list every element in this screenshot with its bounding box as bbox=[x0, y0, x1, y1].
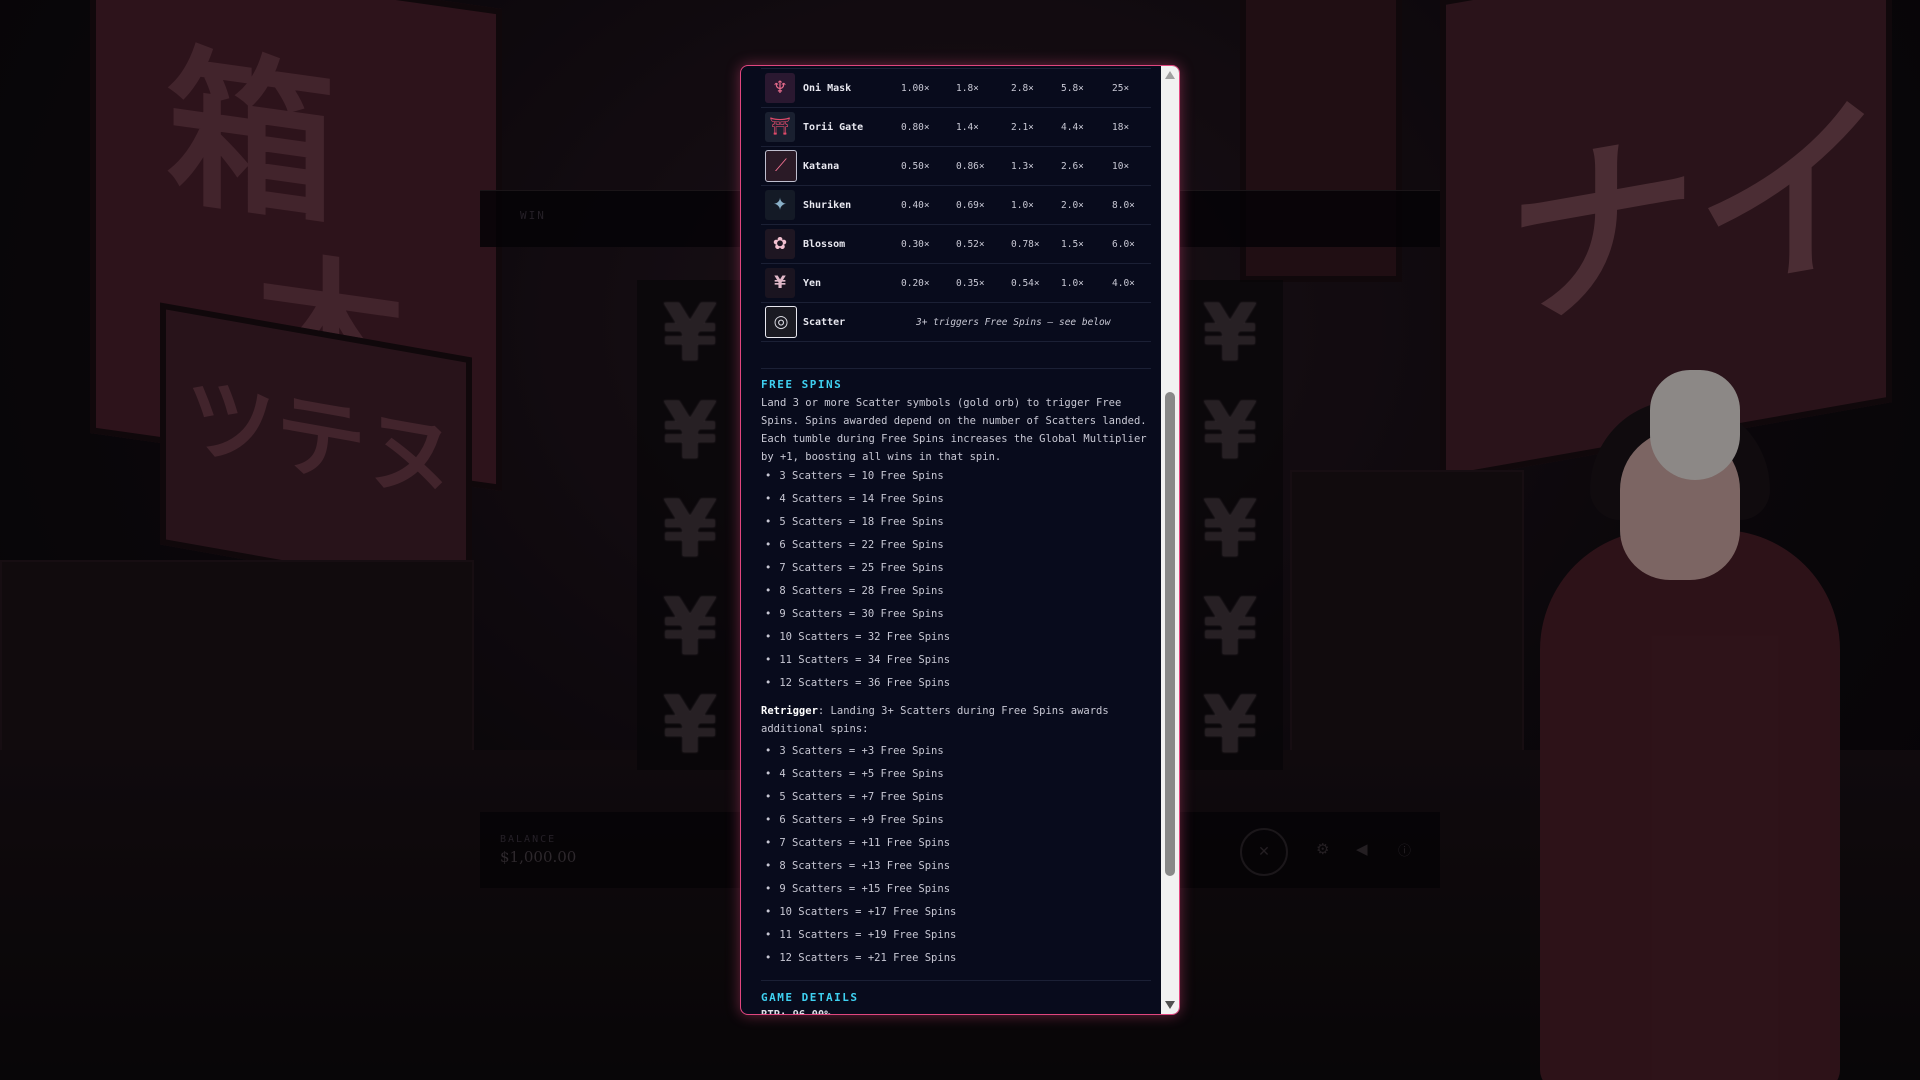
pay-value: 1.00× bbox=[901, 82, 930, 94]
list-item: 10 Scatters = 32 Free Spins bbox=[765, 626, 1145, 649]
divider bbox=[761, 980, 1151, 981]
pay-value: 0.69× bbox=[956, 199, 985, 211]
scatter-orb-icon: ◎ bbox=[765, 306, 797, 338]
list-item: 11 Scatters = +19 Free Spins bbox=[765, 924, 1145, 947]
yen-icon: ¥ bbox=[765, 268, 795, 298]
list-item: 7 Scatters = +11 Free Spins bbox=[765, 832, 1145, 855]
scroll-down-arrow-icon[interactable] bbox=[1165, 1001, 1175, 1009]
table-row: ⟋ Katana 0.50× 0.86× 1.3× 2.6× 10× bbox=[761, 147, 1151, 186]
list-item: 12 Scatters = 36 Free Spins bbox=[765, 672, 1145, 695]
pay-value: 1.4× bbox=[956, 121, 979, 133]
symbol-name: Katana bbox=[803, 160, 840, 172]
table-row: ¥ Yen 0.20× 0.35× 0.54× 1.0× 4.0× bbox=[761, 264, 1151, 303]
symbol-name: Scatter bbox=[803, 316, 846, 328]
pay-value: 1.8× bbox=[956, 82, 979, 94]
pay-value: 18× bbox=[1112, 121, 1130, 133]
list-item: 10 Scatters = +17 Free Spins bbox=[765, 901, 1145, 924]
list-item: 11 Scatters = 34 Free Spins bbox=[765, 649, 1145, 672]
list-item: 7 Scatters = 25 Free Spins bbox=[765, 557, 1145, 580]
pay-value: 0.30× bbox=[901, 238, 930, 250]
free-spins-title: FREE SPINS bbox=[761, 378, 843, 391]
paytable: ♆ Oni Mask 1.00× 1.8× 2.8× 5.8× 25× ⛩ To… bbox=[761, 66, 1151, 342]
pay-value: 1.0× bbox=[1011, 199, 1034, 211]
pay-value: 0.86× bbox=[956, 160, 985, 172]
pay-value: 8.0× bbox=[1112, 199, 1135, 211]
pay-value: 0.80× bbox=[901, 121, 930, 133]
pay-value: 10× bbox=[1112, 160, 1130, 172]
pay-value: 0.78× bbox=[1011, 238, 1040, 250]
list-item: 6 Scatters = +9 Free Spins bbox=[765, 809, 1145, 832]
retrigger-label: Retrigger bbox=[761, 705, 818, 717]
list-item: 9 Scatters = +15 Free Spins bbox=[765, 878, 1145, 901]
game-details-rtp: RTP: 96.00% bbox=[761, 1006, 1151, 1014]
pay-value: 1.3× bbox=[1011, 160, 1034, 172]
divider bbox=[761, 368, 1151, 369]
pay-value: 2.0× bbox=[1061, 199, 1084, 211]
pay-value: 0.54× bbox=[1011, 277, 1040, 289]
pay-value: 2.1× bbox=[1011, 121, 1034, 133]
shuriken-icon: ✦ bbox=[765, 190, 795, 220]
list-item: 3 Scatters = +3 Free Spins bbox=[765, 740, 1145, 763]
pay-value: 0.20× bbox=[901, 277, 930, 289]
list-item: 5 Scatters = 18 Free Spins bbox=[765, 511, 1145, 534]
pay-value: 0.35× bbox=[956, 277, 985, 289]
pay-value: 0.50× bbox=[901, 160, 930, 172]
pay-value: 4.4× bbox=[1061, 121, 1084, 133]
list-item: 8 Scatters = 28 Free Spins bbox=[765, 580, 1145, 603]
katana-icon: ⟋ bbox=[765, 150, 797, 182]
list-item: 3 Scatters = 10 Free Spins bbox=[765, 465, 1145, 488]
list-item: 4 Scatters = +5 Free Spins bbox=[765, 763, 1145, 786]
blossom-icon: ✿ bbox=[765, 229, 795, 259]
list-item: 6 Scatters = 22 Free Spins bbox=[765, 534, 1145, 557]
retrigger-awards-list: 3 Scatters = +3 Free Spins 4 Scatters = … bbox=[765, 740, 1145, 970]
pay-value: 2.6× bbox=[1061, 160, 1084, 172]
retrigger-paragraph: Retrigger: Landing 3+ Scatters during Fr… bbox=[761, 702, 1151, 738]
table-row: ◎ Scatter 3+ triggers Free Spins — see b… bbox=[761, 303, 1151, 342]
table-row: ✦ Shuriken 0.40× 0.69× 1.0× 2.0× 8.0× bbox=[761, 186, 1151, 225]
free-spins-awards-list: 3 Scatters = 10 Free Spins 4 Scatters = … bbox=[765, 465, 1145, 695]
symbol-name: Oni Mask bbox=[803, 82, 852, 94]
symbol-name: Shuriken bbox=[803, 199, 852, 211]
pay-value: 6.0× bbox=[1112, 238, 1135, 250]
oni-mask-icon: ♆ bbox=[765, 73, 795, 103]
pay-value: 2.8× bbox=[1011, 82, 1034, 94]
game-details-title: GAME DETAILS bbox=[761, 991, 859, 1004]
modal-scroll-content: ♆ Oni Mask 1.00× 1.8× 2.8× 5.8× 25× ⛩ To… bbox=[761, 66, 1151, 1014]
paytable-modal: ♆ Oni Mask 1.00× 1.8× 2.8× 5.8× 25× ⛩ To… bbox=[740, 65, 1180, 1015]
list-item: 4 Scatters = 14 Free Spins bbox=[765, 488, 1145, 511]
scatter-note: 3+ triggers Free Spins — see below bbox=[916, 316, 1111, 328]
pay-value: 4.0× bbox=[1112, 277, 1135, 289]
scroll-up-arrow-icon[interactable] bbox=[1165, 71, 1175, 79]
free-spins-description: Land 3 or more Scatter symbols (gold orb… bbox=[761, 397, 1147, 463]
list-item: 12 Scatters = +21 Free Spins bbox=[765, 947, 1145, 970]
list-item: 9 Scatters = 30 Free Spins bbox=[765, 603, 1145, 626]
pay-value: 0.40× bbox=[901, 199, 930, 211]
list-item: 5 Scatters = +7 Free Spins bbox=[765, 786, 1145, 809]
table-row: ♆ Oni Mask 1.00× 1.8× 2.8× 5.8× 25× bbox=[761, 69, 1151, 108]
symbol-name: Blossom bbox=[803, 238, 846, 250]
table-row: ⛩ Torii Gate 0.80× 1.4× 2.1× 4.4× 18× bbox=[761, 108, 1151, 147]
scrollbar-thumb[interactable] bbox=[1165, 392, 1175, 876]
symbol-name: Torii Gate bbox=[803, 121, 864, 133]
modal-scrollbar[interactable] bbox=[1161, 66, 1179, 1014]
table-row: ✿ Blossom 0.30× 0.52× 0.78× 1.5× 6.0× bbox=[761, 225, 1151, 264]
symbol-name: Yen bbox=[803, 277, 822, 289]
torii-gate-icon: ⛩ bbox=[765, 112, 795, 142]
pay-value: 25× bbox=[1112, 82, 1130, 94]
pay-value: 0.52× bbox=[956, 238, 985, 250]
pay-value: 1.5× bbox=[1061, 238, 1084, 250]
list-item: 8 Scatters = +13 Free Spins bbox=[765, 855, 1145, 878]
pay-value: 1.0× bbox=[1061, 277, 1084, 289]
pay-value: 5.8× bbox=[1061, 82, 1084, 94]
